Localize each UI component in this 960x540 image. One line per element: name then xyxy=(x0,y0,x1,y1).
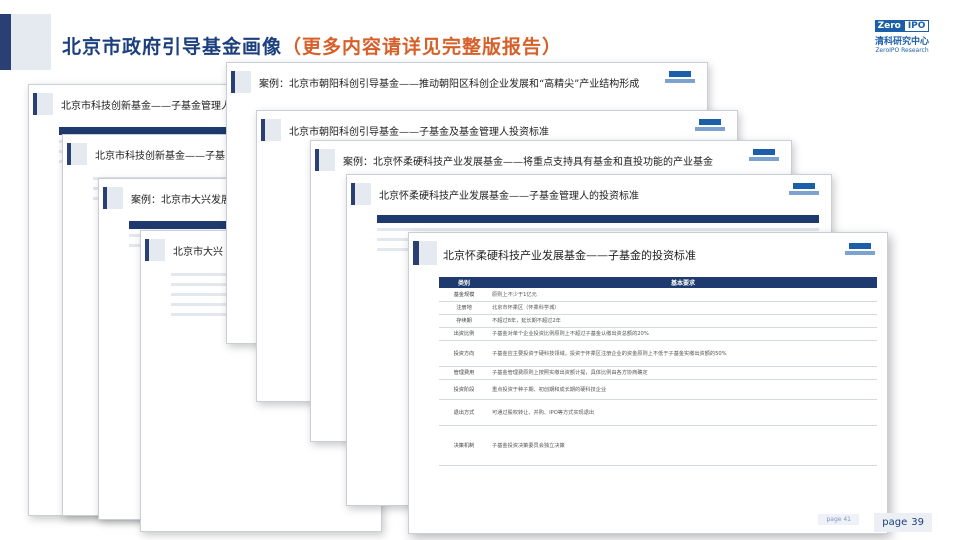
logo-en-name: ZeroIPO Research xyxy=(875,47,929,54)
page-number-value: 39 xyxy=(911,517,924,528)
table-row: 投资阶段 重点投资于种子期、初创期和成长期的硬科技企业 xyxy=(439,379,877,400)
table-row: 投资方向 子基金应主要投资于硬科技领域，投资于怀柔区注册企业的资金原则上不低于子基… xyxy=(439,340,877,367)
main-slide-title: 北京怀柔硬科技产业发展基金——子基金的投资标准 xyxy=(443,249,696,262)
table-row: 注册地 北京市怀柔区（怀柔科学城） xyxy=(439,301,877,315)
table-row: 出资比例 子基金对单个企业投资比例原则上不超过子基金认缴出资总额的20% xyxy=(439,327,877,341)
zeroipo-logo: Zero IPO 清科研究中心 ZeroIPO Research xyxy=(862,20,942,54)
header-accent-bar xyxy=(0,14,11,70)
slide-thumb-title: 北京市科技创新基金——子基金管理人 xyxy=(61,101,231,112)
mini-logo xyxy=(663,71,697,83)
col-header-category: 类别 xyxy=(439,277,489,288)
page-label: page xyxy=(882,517,908,528)
table-row: 退出方式 可通过股权转让、并购、IPO等方式实现退出 xyxy=(439,399,877,426)
mini-logo xyxy=(843,243,877,255)
criteria-table: 类别 基本要求 基金规模 原则上不少于1亿元 注册地 北京市怀柔区（怀柔科学城） 存… xyxy=(439,277,877,466)
mini-logo xyxy=(747,149,781,161)
logo-cn-name: 清科研究中心 xyxy=(874,37,929,47)
slide-thumb-title: 案例：北京市朝阳科创引导基金——推动朝阳区科创企业发展和“高精尖”产业结构形成 xyxy=(259,79,640,90)
header-accent-block xyxy=(11,14,51,70)
table-row: 基金规模 原则上不少于1亿元 xyxy=(439,288,877,302)
slide-thumb-title: 案例：北京市大兴发展 xyxy=(131,195,231,206)
slide-thumb-title: 北京市大兴 xyxy=(173,247,223,258)
page-title-main: 北京市政府引导基金画像 xyxy=(62,36,283,58)
slide-thumb-title: 北京怀柔硬科技产业发展基金——子基金管理人的投资标准 xyxy=(379,191,639,202)
col-header-requirement: 基本要求 xyxy=(489,277,877,288)
page-title-subtitle: （更多内容请详见完整版报告） xyxy=(282,36,563,58)
logo-zero: Zero xyxy=(874,20,904,32)
table-row: 存续期 不超过8年，延长期不超过2年 xyxy=(439,314,877,328)
table-row: 管理费用 子基金管理费原则上按照实缴出资额计提，具体比例由各方协商确定 xyxy=(439,366,877,380)
main-slide: 北京怀柔硬科技产业发展基金——子基金的投资标准 类别 基本要求 基金规模 原则上不… xyxy=(408,232,888,534)
slide-thumb-title: 北京市科技创新基金——子基 xyxy=(95,151,225,162)
table-header-row: 类别 基本要求 xyxy=(439,277,877,288)
page-title: 北京市政府引导基金画像（更多内容请详见完整版报告） xyxy=(62,32,562,59)
page-number: page 39 xyxy=(874,513,932,532)
mini-logo xyxy=(787,183,821,195)
logo-ipo: IPO xyxy=(903,20,930,32)
table-row: 决策机制 子基金投资决策委员会独立决策 xyxy=(439,425,877,466)
slide-thumb-title: 北京市朝阳科创引导基金——子基金及基金管理人投资标准 xyxy=(289,127,549,138)
mini-logo xyxy=(693,119,727,131)
slide-thumb-title: 案例：北京怀柔硬科技产业发展基金——将重点支持具有基金和直投功能的产业基金 xyxy=(343,157,713,168)
main-slide-page-label: page 41 xyxy=(818,514,859,525)
